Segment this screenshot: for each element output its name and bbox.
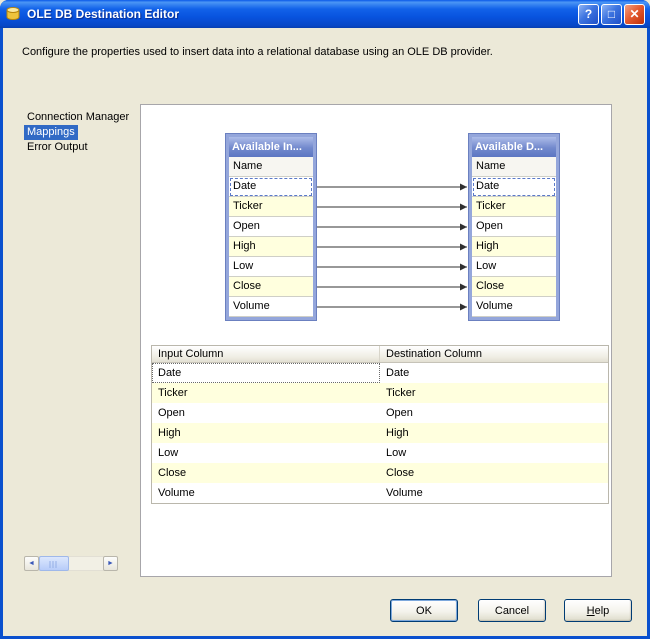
sidebar-item-mappings[interactable]: Mappings: [24, 125, 138, 140]
titlebar-buttons: ? □ ✕: [578, 3, 645, 25]
column-header: Name: [229, 157, 313, 177]
cancel-button[interactable]: Cancel: [478, 599, 546, 622]
column-row[interactable]: Date: [472, 177, 556, 197]
column-row[interactable]: Open: [472, 217, 556, 237]
window-title: OLE DB Destination Editor: [27, 7, 180, 21]
column-row[interactable]: Low: [472, 257, 556, 277]
ok-button[interactable]: OK: [390, 599, 458, 622]
grid-cell[interactable]: Volume: [380, 483, 608, 503]
column-row[interactable]: Volume: [472, 297, 556, 317]
grid-cell[interactable]: Close: [152, 463, 380, 483]
column-row[interactable]: High: [229, 237, 313, 257]
scroll-right-button[interactable]: ►: [103, 556, 118, 571]
sidebar-item-connection-manager[interactable]: Connection Manager: [24, 110, 138, 125]
grid-cell[interactable]: Low: [380, 443, 608, 463]
column-row[interactable]: Ticker: [472, 197, 556, 217]
grid-cell[interactable]: Low: [152, 443, 380, 463]
grid-header-destination-column: Destination Column: [386, 348, 482, 360]
grid-cell[interactable]: Ticker: [380, 383, 608, 403]
column-row[interactable]: Ticker: [229, 197, 313, 217]
help-icon: ?: [584, 7, 593, 21]
help-button[interactable]: Help: [564, 599, 632, 622]
column-row[interactable]: Date: [229, 177, 313, 197]
grid-row: Date Date: [152, 363, 608, 383]
grid-row: Open Open: [152, 403, 608, 423]
close-button[interactable]: ✕: [624, 3, 645, 25]
grid-row: Low Low: [152, 443, 608, 463]
grid-row: Volume Volume: [152, 483, 608, 503]
scroll-thumb-grip: [49, 561, 59, 568]
scroll-thumb[interactable]: [39, 556, 69, 571]
column-row[interactable]: Open: [229, 217, 313, 237]
grid-cell[interactable]: Open: [152, 403, 380, 423]
dialog-client-area: Configure the properties used to insert …: [3, 28, 647, 636]
database-icon: [5, 6, 22, 23]
scroll-left-button[interactable]: ◄: [24, 556, 39, 571]
grid-row: Ticker Ticker: [152, 383, 608, 403]
scroll-right-icon: ►: [107, 560, 114, 567]
grid-header: Input Column Destination Column: [152, 346, 608, 363]
grid-cell[interactable]: Close: [380, 463, 608, 483]
titlebar[interactable]: OLE DB Destination Editor ? □ ✕: [0, 0, 650, 28]
available-input-columns-box[interactable]: Available In... Name Date Ticker Open Hi…: [226, 134, 316, 320]
dialog-description: Configure the properties used to insert …: [22, 46, 493, 58]
help-titlebar-button[interactable]: ?: [578, 3, 599, 25]
column-row[interactable]: Close: [229, 277, 313, 297]
column-row[interactable]: Close: [472, 277, 556, 297]
grid-cell[interactable]: Volume: [152, 483, 380, 503]
box-title: Available In...: [229, 137, 313, 157]
column-row[interactable]: Volume: [229, 297, 313, 317]
grid-cell[interactable]: High: [380, 423, 608, 443]
scroll-left-icon: ◄: [28, 560, 35, 567]
grid-row: High High: [152, 423, 608, 443]
grid-cell[interactable]: Open: [380, 403, 608, 423]
column-row[interactable]: Low: [229, 257, 313, 277]
main-panel: Available In... Name Date Ticker Open Hi…: [140, 104, 612, 577]
maximize-icon: □: [607, 7, 616, 21]
column-header: Name: [472, 157, 556, 177]
mapping-grid: Input Column Destination Column Date Dat…: [151, 345, 609, 504]
horizontal-scrollbar[interactable]: ◄ ►: [24, 556, 118, 571]
sidebar: Connection Manager Mappings Error Output: [24, 110, 138, 155]
maximize-button[interactable]: □: [601, 3, 622, 25]
grid-cell[interactable]: Date: [152, 363, 380, 383]
grid-cell[interactable]: High: [152, 423, 380, 443]
available-destination-columns-box[interactable]: Available D... Name Date Ticker Open Hig…: [469, 134, 559, 320]
window: OLE DB Destination Editor ? □ ✕ Configur…: [0, 0, 650, 639]
sidebar-item-error-output[interactable]: Error Output: [24, 140, 138, 155]
grid-cell[interactable]: Ticker: [152, 383, 380, 403]
column-row[interactable]: High: [472, 237, 556, 257]
box-title: Available D...: [472, 137, 556, 157]
grid-row: Close Close: [152, 463, 608, 483]
grid-cell[interactable]: Date: [380, 363, 608, 383]
close-icon: ✕: [629, 7, 640, 21]
scroll-track[interactable]: [39, 556, 103, 571]
grid-header-input-column: Input Column: [152, 346, 380, 362]
